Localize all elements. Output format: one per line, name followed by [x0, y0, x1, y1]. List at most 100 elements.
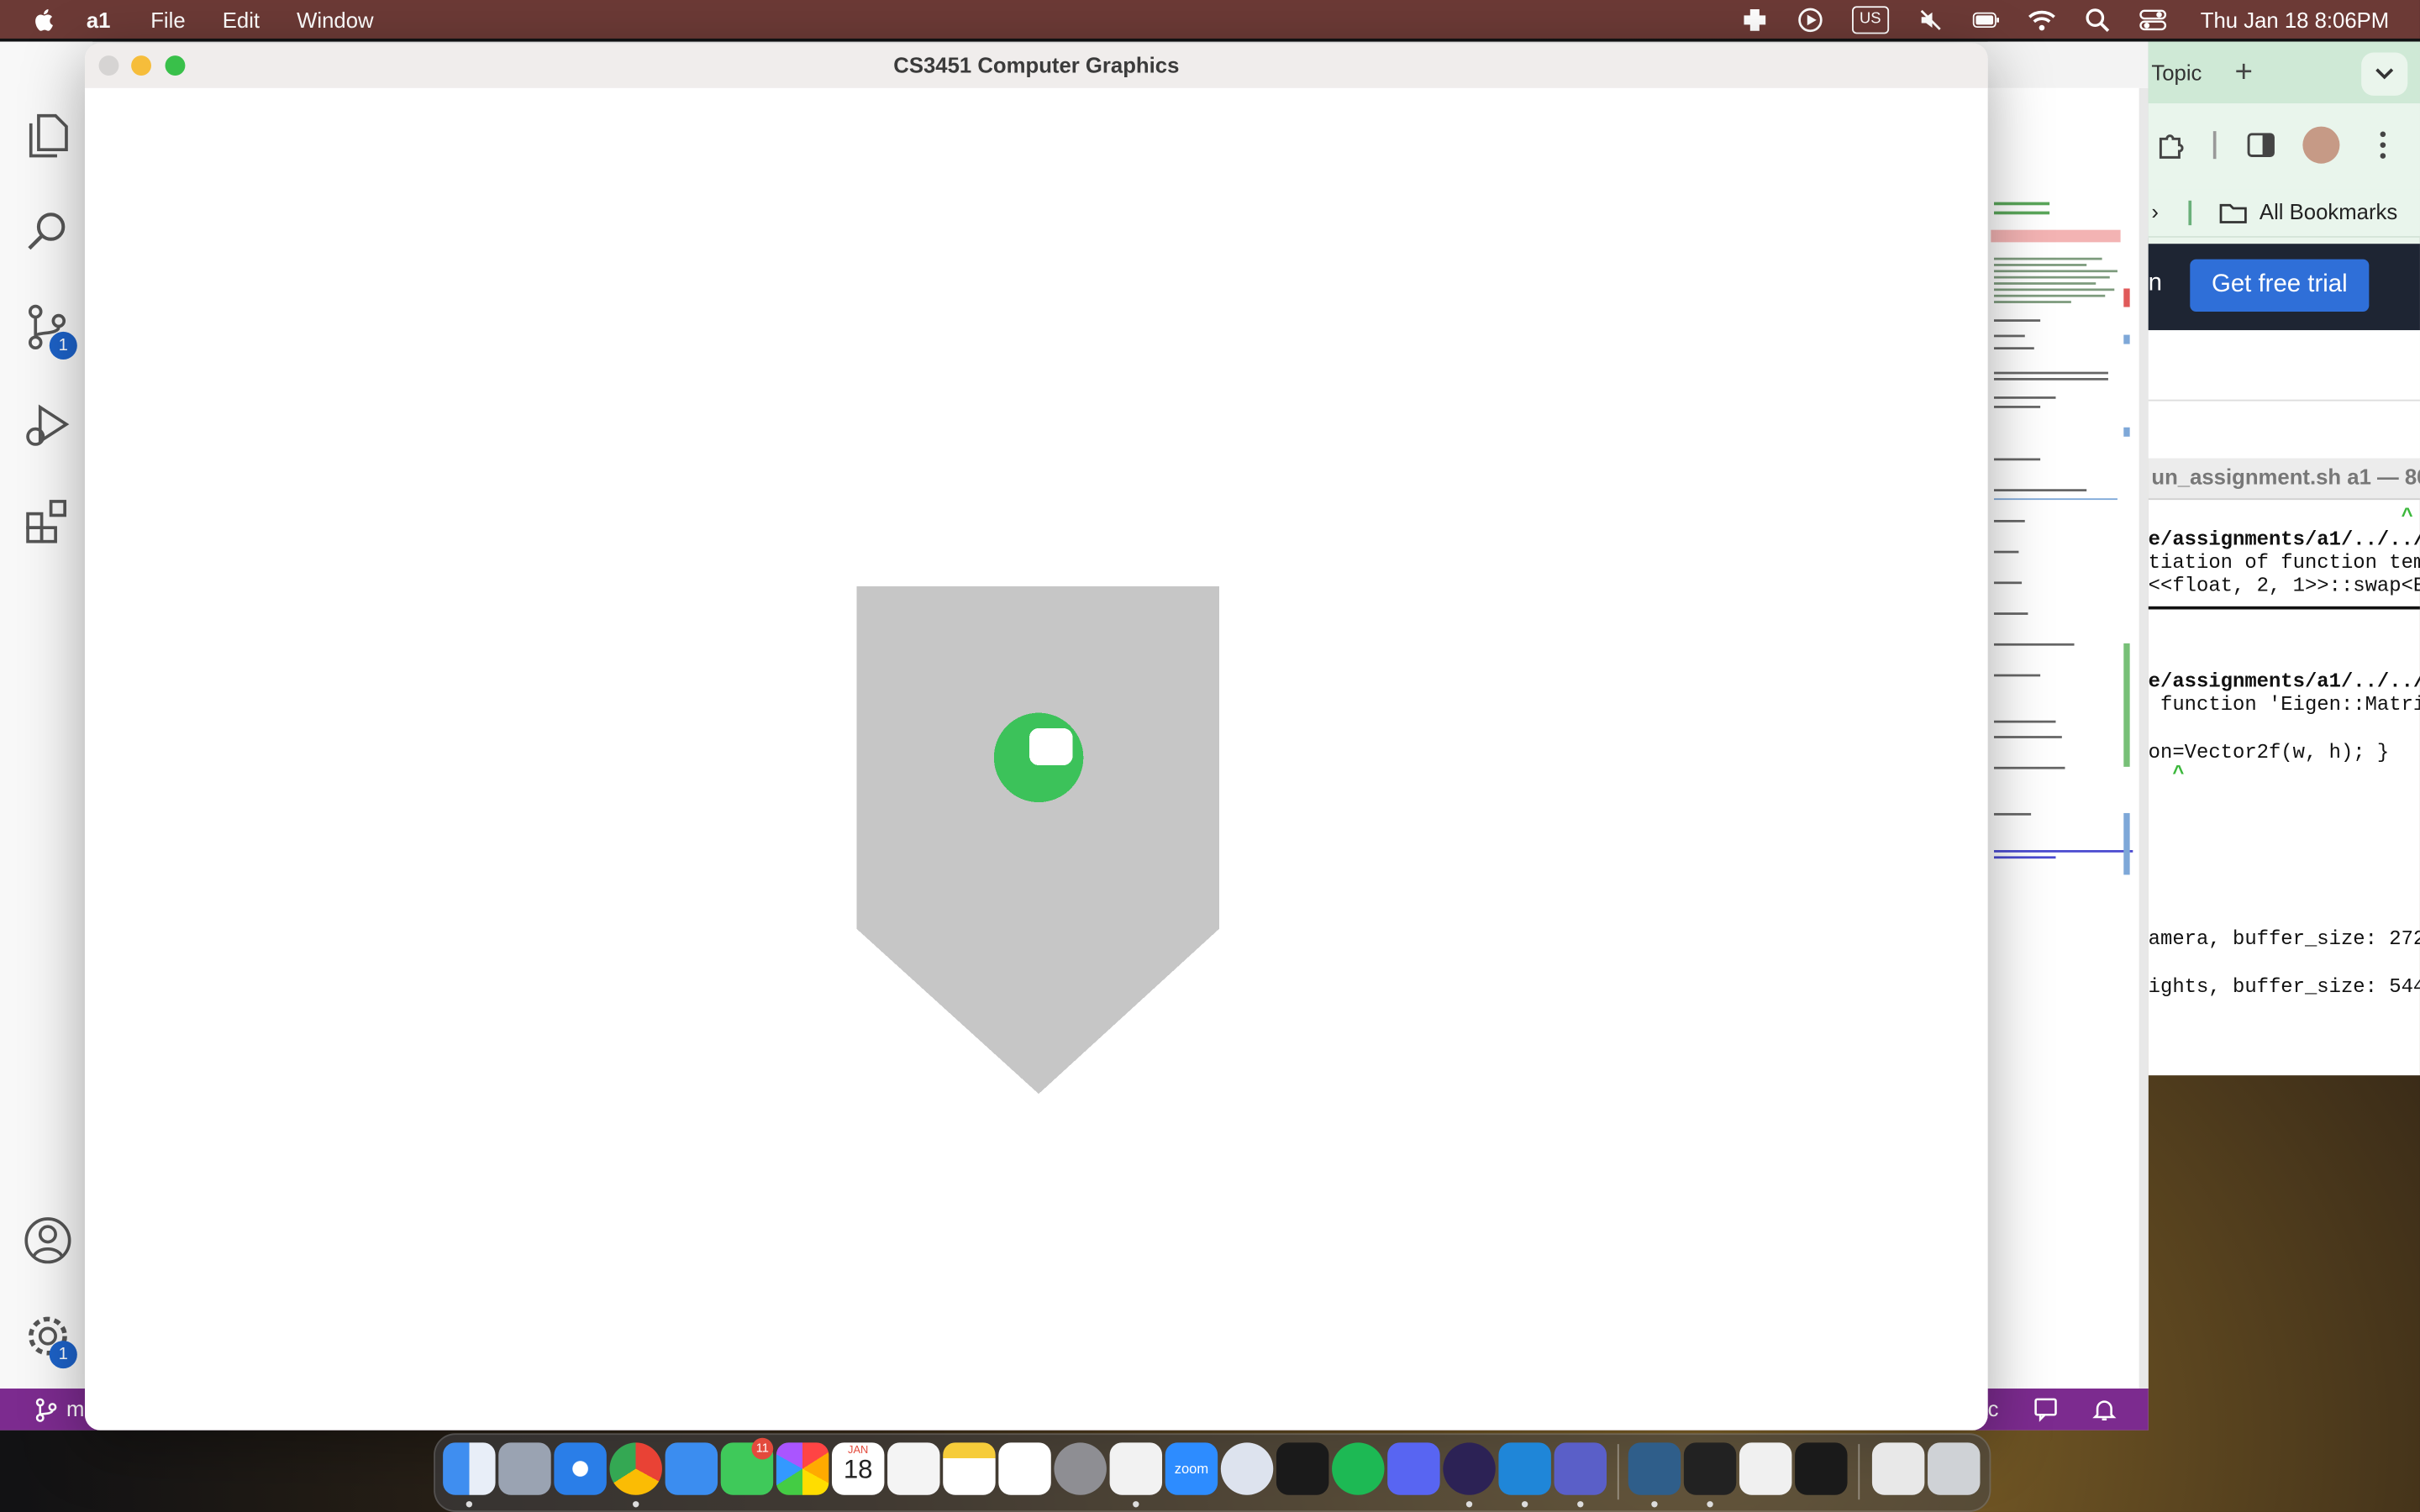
apple-icon[interactable] [31, 5, 59, 33]
account-icon[interactable] [22, 1214, 74, 1266]
explorer-files-icon[interactable] [22, 109, 74, 161]
running-indicator [466, 1501, 473, 1508]
menu-file[interactable]: File [150, 7, 185, 31]
terminal-line: amera, buffer_size: 272 [2148, 927, 2420, 951]
chrome-icon[interactable] [609, 1442, 662, 1495]
menu-clock[interactable]: Thu Jan 18 8:06PM [2201, 7, 2389, 31]
teams-icon[interactable] [1554, 1442, 1607, 1495]
menu-app-name[interactable]: a1 [87, 7, 111, 31]
terminal-titlebar: un_assignment.sh a1 — 80 [2148, 458, 2420, 501]
mail-icon[interactable] [665, 1442, 718, 1495]
messages-badge: 11 [751, 1437, 774, 1460]
window-title: CS3451 Computer Graphics [893, 52, 1180, 77]
safari-icon[interactable] [554, 1442, 607, 1495]
dock-separator [1617, 1444, 1619, 1500]
battery-icon[interactable] [1972, 7, 2000, 31]
menu-window[interactable]: Window [297, 7, 373, 31]
dock-separator [1858, 1444, 1860, 1500]
play-circle-icon[interactable] [1797, 7, 1824, 32]
ball-highlight-square [1029, 727, 1073, 766]
bookmarks-divider [2188, 200, 2192, 226]
vscode-editor-toolbar [1987, 41, 2149, 129]
new-tab-plus-icon[interactable]: + [2235, 55, 2253, 91]
extensions-icon[interactable] [22, 496, 74, 548]
terminal-icon[interactable] [1683, 1442, 1737, 1495]
spotify-icon[interactable] [1332, 1442, 1385, 1495]
running-indicator [1577, 1501, 1584, 1508]
get-free-trial-button[interactable]: Get free trial [2190, 259, 2370, 312]
render-canvas[interactable] [85, 87, 1988, 1431]
mute-icon[interactable] [1917, 7, 1944, 31]
chatgpt-icon[interactable] [1109, 1442, 1163, 1495]
terminal-window: un_assignment.sh a1 — 80 ^ e/assignments… [2148, 458, 2420, 1076]
launchpad-icon[interactable] [498, 1442, 551, 1495]
tab-search-button[interactable] [2361, 52, 2408, 96]
more-options-icon[interactable] [2374, 128, 2392, 161]
system-settings-icon[interactable] [1054, 1442, 1107, 1495]
exec-terminal-icon[interactable] [1276, 1442, 1329, 1495]
source-control-badge: 1 [49, 331, 77, 360]
calendar-icon[interactable]: JAN 18 [831, 1442, 885, 1495]
control-center-icon[interactable] [2139, 7, 2166, 31]
chevron-right-icon[interactable]: › [2151, 199, 2159, 223]
textedit-icon[interactable] [1739, 1442, 1792, 1495]
document-stack-icon[interactable] [1871, 1442, 1925, 1495]
wifi-icon[interactable] [2028, 7, 2055, 31]
menu-edit[interactable]: Edit [223, 7, 260, 31]
running-indicator [633, 1501, 639, 1508]
notifications-bell-icon[interactable] [2091, 1396, 2118, 1422]
first-aid-icon[interactable] [1740, 7, 1768, 31]
terminal-line: tiation of function temp [2148, 550, 2420, 575]
git-branch-icon[interactable] [34, 1398, 58, 1422]
chrome-tab-title[interactable]: Topic [2151, 60, 2202, 85]
status-language-label[interactable]: c [1988, 1396, 1999, 1420]
banner-partial-text: n [2148, 270, 2163, 297]
running-indicator [1651, 1501, 1658, 1508]
quicktime-icon[interactable] [1220, 1442, 1274, 1495]
terminal-line: on=Vector2f(w, h); } [2148, 740, 2390, 764]
page-divider [2148, 399, 2420, 402]
trash-icon[interactable] [1928, 1442, 1981, 1495]
desktop: a1 File Edit Window US Thu Jan 18 8:06PM… [0, 0, 2420, 1512]
zoom-app-icon[interactable]: zoom [1165, 1442, 1218, 1495]
extensions-puzzle-icon[interactable] [2154, 128, 2188, 161]
running-indicator [1465, 1501, 1473, 1508]
terminal-line: ights, buffer_size: 544 [2148, 974, 2420, 999]
vscode-editor-minimap [1987, 87, 2149, 1389]
vscode-activity-bar: 1 1 [0, 41, 93, 1389]
chrome-toolbar [2148, 103, 2420, 190]
bookmarks-bar: › All Bookmarks [2148, 189, 2420, 238]
running-indicator [1133, 1501, 1139, 1508]
window-titlebar: CS3451 Computer Graphics [85, 43, 1988, 90]
search-icon[interactable] [22, 205, 74, 257]
freeform-icon[interactable] [998, 1442, 1051, 1495]
menu-bar: a1 File Edit Window US Thu Jan 18 8:06PM [0, 0, 2420, 39]
chrome-window: Topic + › All Bookmarks n Get free trial [2148, 41, 2420, 459]
terminal-line: e/assignments/a1/../../( [2148, 528, 2420, 551]
settings-badge: 1 [49, 1341, 77, 1369]
notes-icon[interactable] [943, 1442, 996, 1495]
photos-icon[interactable] [776, 1442, 829, 1495]
eclipse-icon[interactable] [1443, 1442, 1496, 1495]
terminal-line: function 'Eigen::Matri: [2148, 692, 2420, 717]
terminal-line: e/assignments/a1/../../s [2148, 669, 2420, 693]
exec-icon[interactable] [1795, 1442, 1848, 1495]
finder-icon[interactable] [443, 1442, 496, 1495]
run-debug-icon[interactable] [22, 400, 74, 452]
running-indicator [1521, 1501, 1528, 1508]
mysql-workbench-icon[interactable] [1628, 1442, 1681, 1495]
input-source-indicator[interactable]: US [1851, 5, 1889, 34]
discord-icon[interactable] [1387, 1442, 1440, 1495]
feedback-icon[interactable] [2033, 1396, 2059, 1422]
vscode-icon[interactable] [1498, 1442, 1551, 1495]
reminders-icon[interactable] [887, 1442, 940, 1495]
pentagon-shield-shape [856, 585, 1219, 1095]
terminal-title: un_assignment.sh a1 — 80 [2151, 464, 2420, 490]
profile-avatar[interactable] [2302, 126, 2340, 164]
spotlight-search-icon[interactable] [2083, 7, 2111, 32]
terminal-line: ^ [2148, 762, 2185, 785]
side-panel-icon[interactable] [2244, 128, 2278, 161]
promo-banner: n Get free trial [2148, 244, 2420, 331]
git-branch-label[interactable]: m [66, 1396, 84, 1420]
all-bookmarks-link[interactable]: All Bookmarks [2260, 199, 2397, 223]
